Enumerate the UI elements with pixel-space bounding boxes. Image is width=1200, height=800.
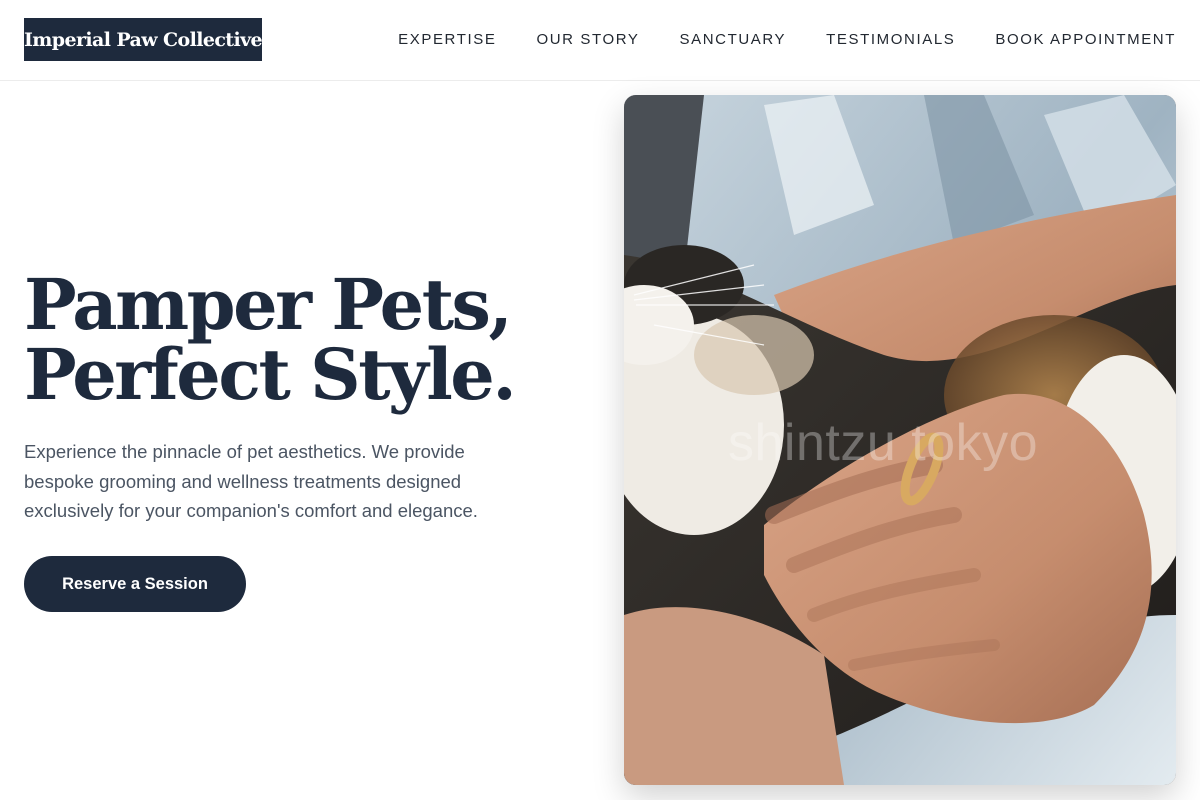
nav-item-sanctuary[interactable]: SANCTUARY [680,31,787,48]
hero-subtitle: Experience the pinnacle of pet aesthetic… [24,441,478,521]
site-header: Imperial Paw Collective EXPERTISE OUR ST… [0,0,1200,81]
hero-title-line-2: Perfect Style. [24,333,517,416]
hero-photo: shintzu tokyo [624,95,1176,785]
nav-item-our-story[interactable]: OUR STORY [536,31,639,48]
hero-title-line-1: Pamper Pets, [24,263,513,346]
main-nav: EXPERTISE OUR STORY SANCTUARY TESTIMONIA… [398,29,1176,49]
nav-item-book-appointment[interactable]: BOOK APPOINTMENT [995,31,1176,48]
nav-item-testimonials[interactable]: TESTIMONIALS [826,31,955,48]
nav-item-expertise[interactable]: EXPERTISE [398,31,496,48]
hand-petting-cat-image [624,95,1176,785]
brand-logo[interactable]: Imperial Paw Collective [24,18,263,61]
reserve-session-button[interactable]: Reserve a Session [24,556,246,612]
hero-title: Pamper Pets, Perfect Style. [24,270,584,410]
